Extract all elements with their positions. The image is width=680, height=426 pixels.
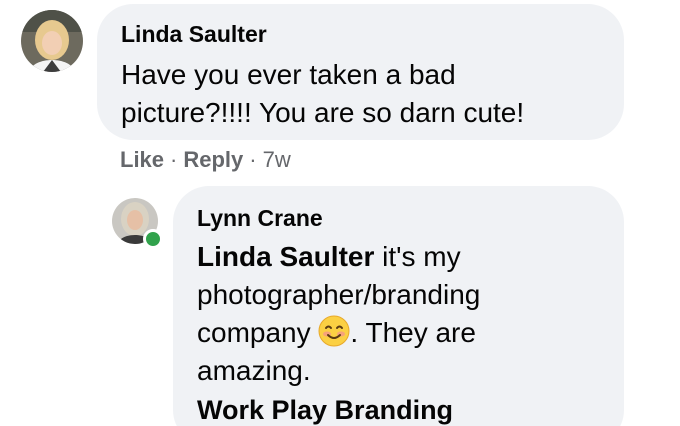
online-status-icon [143,229,163,249]
reply-text-line: Linda Saulter it's my [197,238,600,276]
separator: · [249,147,257,172]
reply-bubble: Lynn Crane Linda Saulter it's my photogr… [173,186,624,426]
comment-bubble: Linda Saulter Have you ever taken a bad … [97,4,624,140]
reply-text-segment: company [197,317,319,348]
reply-author[interactable]: Lynn Crane [197,204,600,232]
smiling-face-icon [318,315,350,347]
comment-author[interactable]: Linda Saulter [121,20,600,48]
link-preview-title[interactable]: Work Play Branding [197,392,600,426]
reply-text: Linda Saulter it's my photographer/brand… [197,238,600,390]
comment-actions: Like · Reply · 7w [120,147,291,173]
separator: · [170,147,178,172]
reply-text-line: photographer/branding [197,279,481,310]
reply-button[interactable]: Reply [183,147,243,172]
comment-timestamp[interactable]: 7w [263,147,291,172]
reply-text-line: amazing. [197,355,311,386]
reply-text-segment: it's my [374,241,461,272]
like-button[interactable]: Like [120,147,164,172]
comment-text: Have you ever taken a bad picture?!!!! Y… [121,59,525,128]
reply-text-line: company . They are [197,314,600,352]
mention-link[interactable]: Linda Saulter [197,241,374,272]
reply-text-segment: . They are [350,317,476,348]
avatar[interactable] [21,10,83,72]
comment-thread: Linda Saulter Have you ever taken a bad … [0,0,680,426]
